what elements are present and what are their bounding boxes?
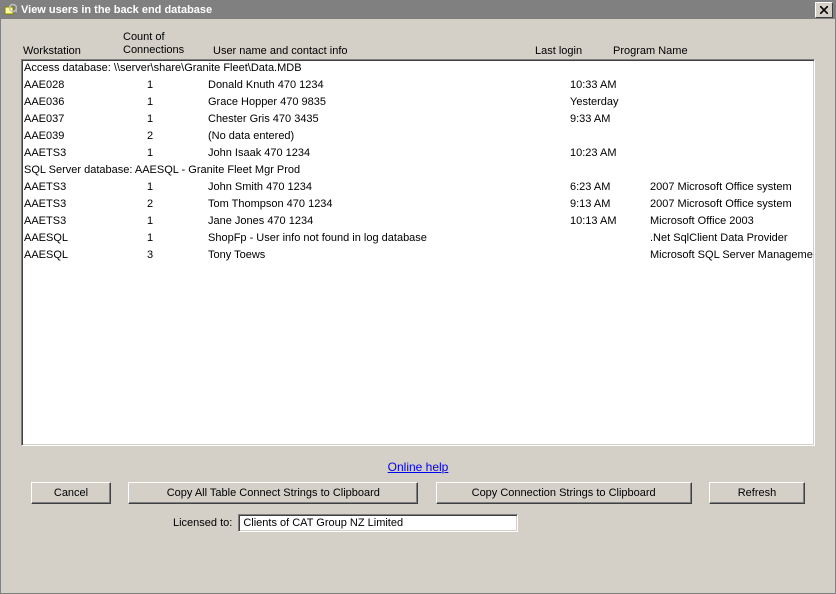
cell-workstation: AAESQL (24, 249, 132, 261)
cell-count: 2 (132, 198, 168, 210)
cell-last-login: 10:13 AM (570, 215, 650, 227)
header-count-line1: Count of (123, 31, 165, 43)
table-row[interactable]: AAE0371Chester Gris 470 34359:33 AM (24, 112, 814, 129)
cell-program: 2007 Microsoft Office system (650, 198, 814, 210)
cell-workstation: AAE028 (24, 79, 132, 91)
cell-program: Microsoft Office 2003 (650, 215, 814, 227)
help-link-container: Online help (21, 460, 815, 474)
cell-user: Grace Hopper 470 9835 (168, 96, 570, 108)
table-row[interactable]: AAESQL3Tony Toews Microsoft SQL Server Ma… (24, 248, 814, 265)
cell-last-login: 6:23 AM (570, 181, 650, 193)
window-frame: View users in the back end database Work… (0, 0, 836, 594)
table-row[interactable]: AAETS32Tom Thompson 470 12349:13 AM2007 … (24, 197, 814, 214)
group-header[interactable]: SQL Server database: AAESQL - Granite Fl… (24, 163, 814, 180)
cell-user: Tom Thompson 470 1234 (168, 198, 570, 210)
cell-user: John Isaak 470 1234 (168, 147, 570, 159)
table-row[interactable]: AAE0281Donald Knuth 470 123410:33 AM (24, 78, 814, 95)
cell-last-login: 10:33 AM (570, 79, 650, 91)
cell-count: 1 (132, 232, 168, 244)
online-help-link[interactable]: Online help (388, 460, 449, 474)
cell-workstation: AAE039 (24, 130, 132, 142)
cell-last-login: Yesterday (570, 96, 650, 108)
user-list[interactable]: Access database: \\server\share\Granite … (21, 59, 815, 446)
app-icon (3, 3, 17, 17)
cell-workstation: AAETS3 (24, 198, 132, 210)
license-row: Licensed to: Clients of CAT Group NZ Lim… (21, 514, 815, 532)
cell-last-login: 10:23 AM (570, 147, 650, 159)
header-user: User name and contact info (213, 45, 348, 57)
window-title: View users in the back end database (21, 4, 212, 16)
refresh-button[interactable]: Refresh (709, 482, 805, 504)
cell-program: Microsoft SQL Server Manageme (650, 249, 814, 261)
cell-user: Tony Toews (168, 249, 570, 261)
license-field: Clients of CAT Group NZ Limited (238, 514, 518, 532)
cell-user: Donald Knuth 470 1234 (168, 79, 570, 91)
cell-user: (No data entered) (168, 130, 570, 142)
cell-user: ShopFp - User info not found in log data… (168, 232, 570, 244)
cell-workstation: AAE036 (24, 96, 132, 108)
group-header[interactable]: Access database: \\server\share\Granite … (24, 61, 814, 78)
cell-workstation: AAE037 (24, 113, 132, 125)
client-area: Workstation Count of Connections User na… (1, 19, 835, 593)
cell-workstation: AAETS3 (24, 181, 132, 193)
cell-count: 1 (132, 181, 168, 193)
header-count-line2: Connections (123, 44, 184, 56)
cell-count: 1 (132, 96, 168, 108)
table-row[interactable]: AAETS31John Smith 470 12346:23 AM2007 Mi… (24, 180, 814, 197)
table-row[interactable]: AAESQL1ShopFp - User info not found in l… (24, 231, 814, 248)
table-row[interactable]: AAE0361Grace Hopper 470 9835Yesterday (24, 95, 814, 112)
cell-count: 1 (132, 79, 168, 91)
cell-count: 1 (132, 113, 168, 125)
copy-all-button[interactable]: Copy All Table Connect Strings to Clipbo… (128, 482, 418, 504)
table-row[interactable]: AAE0392 (No data entered) (24, 129, 814, 146)
cell-count: 2 (132, 130, 168, 142)
cell-count: 3 (132, 249, 168, 261)
cell-user: John Smith 470 1234 (168, 181, 570, 193)
cell-last-login: 9:33 AM (570, 113, 650, 125)
cell-workstation: AAESQL (24, 232, 132, 244)
header-workstation: Workstation (23, 45, 81, 57)
cell-program: 2007 Microsoft Office system (650, 181, 814, 193)
close-button[interactable] (815, 2, 833, 18)
cell-program: .Net SqlClient Data Provider (650, 232, 814, 244)
copy-connection-button[interactable]: Copy Connection Strings to Clipboard (436, 482, 692, 504)
button-bar: Cancel Copy All Table Connect Strings to… (21, 482, 815, 504)
column-headers: Workstation Count of Connections User na… (21, 27, 815, 59)
cell-user: Chester Gris 470 3435 (168, 113, 570, 125)
cell-user: Jane Jones 470 1234 (168, 215, 570, 227)
header-last-login: Last login (535, 45, 582, 57)
cell-count: 1 (132, 215, 168, 227)
cell-workstation: AAETS3 (24, 215, 132, 227)
titlebar: View users in the back end database (1, 1, 835, 19)
license-label: Licensed to: (173, 517, 232, 529)
table-row[interactable]: AAETS31John Isaak 470 123410:23 AM (24, 146, 814, 163)
cancel-button[interactable]: Cancel (31, 482, 111, 504)
cell-count: 1 (132, 147, 168, 159)
cell-workstation: AAETS3 (24, 147, 132, 159)
table-row[interactable]: AAETS31Jane Jones 470 123410:13 AMMicros… (24, 214, 814, 231)
cell-last-login: 9:13 AM (570, 198, 650, 210)
header-program: Program Name (613, 45, 688, 57)
header-count: Count of Connections (123, 31, 184, 57)
